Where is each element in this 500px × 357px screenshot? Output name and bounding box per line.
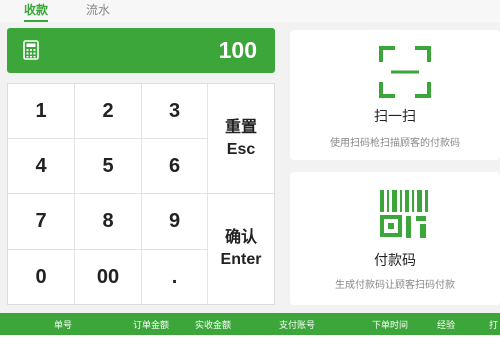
- pay-code-card[interactable]: 付款码 生成付款码让顾客扫码付款: [290, 172, 500, 305]
- scan-subtitle: 使用扫码枪扫描顾客的付款码: [330, 138, 460, 149]
- column-order-time: 下单时间: [372, 321, 409, 331]
- column-experience: 经验: [437, 321, 456, 331]
- amount-display: 100: [7, 28, 275, 73]
- column-received-amount: 实收金额: [195, 321, 232, 331]
- key-7[interactable]: 7: [8, 194, 75, 250]
- pay-code-subtitle: 生成付款码让顾客扫码付款: [335, 280, 455, 291]
- pay-code-title: 付款码: [374, 253, 416, 269]
- scan-card[interactable]: 扫一扫 使用扫码枪扫描顾客的付款码: [290, 30, 500, 160]
- key-5[interactable]: 5: [75, 139, 142, 194]
- amount-value: 100: [218, 37, 257, 63]
- key-9[interactable]: 9: [142, 194, 208, 250]
- column-order-amount: 订单金额: [133, 321, 170, 331]
- calculator-icon: [23, 40, 39, 64]
- reset-button[interactable]: 重置 Esc: [208, 84, 274, 194]
- key-4[interactable]: 4: [8, 139, 75, 194]
- key-8[interactable]: 8: [75, 194, 142, 250]
- key-1[interactable]: 1: [8, 84, 75, 139]
- column-pay-account: 支付账号: [279, 321, 316, 331]
- confirm-label: 确认: [224, 229, 257, 246]
- key-00[interactable]: 00: [75, 250, 142, 304]
- confirm-key: Enter: [220, 251, 262, 268]
- scan-title: 扫一扫: [374, 109, 416, 125]
- transactions-table-header: 单号 订单金额 实收金额 支付账号 下单时间 经验 打: [0, 313, 500, 335]
- barcode-icon: [378, 188, 430, 244]
- confirm-button[interactable]: 确认 Enter: [208, 194, 274, 304]
- key-0[interactable]: 0: [8, 250, 75, 304]
- keypad: 1 2 3 4 5 6 7 8 9 0 00 . 重置 Esc 确认 Enter: [7, 83, 275, 305]
- transactions-table-body: [0, 335, 500, 357]
- reset-key: Esc: [226, 140, 256, 158]
- tab-collect[interactable]: 收款: [24, 2, 49, 22]
- reset-label: 重置: [224, 118, 257, 136]
- column-print: 打: [489, 321, 499, 331]
- tab-bar: 收款 流水: [0, 0, 500, 22]
- key-decimal[interactable]: .: [142, 250, 208, 304]
- key-3[interactable]: 3: [142, 84, 208, 139]
- scan-icon: [379, 46, 431, 102]
- key-6[interactable]: 6: [142, 139, 208, 194]
- tab-transactions[interactable]: 流水: [86, 2, 110, 20]
- key-2[interactable]: 2: [75, 84, 142, 139]
- column-order-no: 单号: [54, 321, 73, 331]
